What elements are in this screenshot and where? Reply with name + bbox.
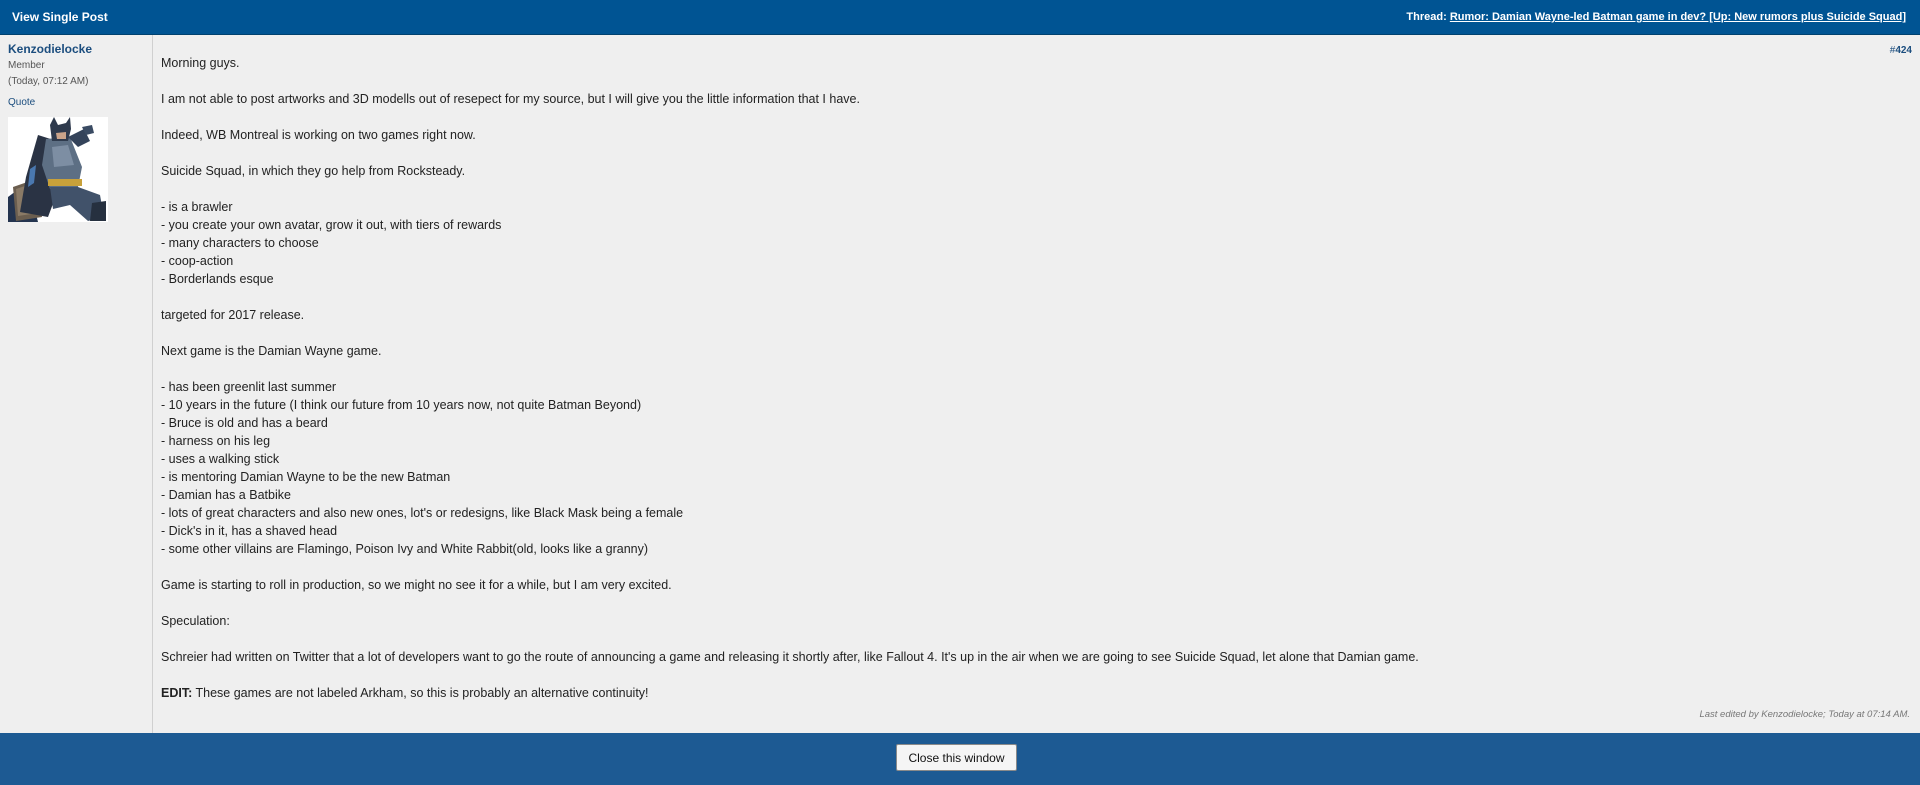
post-line: Speculation: xyxy=(161,614,230,628)
post-line: - has been greenlit last summer xyxy=(161,380,337,394)
post-line: Next game is the Damian Wayne game. xyxy=(161,344,382,358)
thread-info: Thread: Rumor: Damian Wayne-led Batman g… xyxy=(1406,11,1906,23)
post-line: - harness on his leg xyxy=(161,434,271,448)
user-info-panel: Kenzodielocke Member (Today, 07:12 AM) Q… xyxy=(0,35,153,733)
user-title: Member xyxy=(8,60,45,71)
post-line: Morning guys. xyxy=(161,56,240,70)
thread-label: Thread: xyxy=(1406,11,1447,23)
post-line: - many characters to choose xyxy=(161,236,319,250)
post-content: Morning guys. I am not able to post artwo… xyxy=(161,54,1901,702)
post-edit-line: EDIT: These games are not labeled Arkham… xyxy=(161,684,1901,702)
post-line: - Damian has a Batbike xyxy=(161,488,291,502)
post-line: - coop-action xyxy=(161,254,234,268)
post-line: - uses a walking stick xyxy=(161,452,280,466)
post-line: - lots of great characters and also new … xyxy=(161,506,684,520)
post-line: - is a brawler xyxy=(161,200,233,214)
post-line: - Borderlands esque xyxy=(161,272,274,286)
page-title: View Single Post xyxy=(12,10,108,24)
top-bar: View Single Post Thread: Rumor: Damian W… xyxy=(0,0,1920,35)
bottom-bar: Close this window xyxy=(0,733,1920,785)
post-line: I am not able to post artworks and 3D mo… xyxy=(161,92,860,106)
post-line: - some other villains are Flamingo, Pois… xyxy=(161,542,649,556)
post-line: - is mentoring Damian Wayne to be the ne… xyxy=(161,470,451,484)
post-line: - Bruce is old and has a beard xyxy=(161,416,328,430)
single-post: Kenzodielocke Member (Today, 07:12 AM) Q… xyxy=(0,35,1920,733)
edit-text: These games are not labeled Arkham, so t… xyxy=(192,686,649,700)
quote-button[interactable]: Quote xyxy=(8,97,35,108)
close-window-button[interactable]: Close this window xyxy=(896,744,1017,771)
post-line: Game is starting to roll in production, … xyxy=(161,578,672,592)
post-line: targeted for 2017 release. xyxy=(161,308,305,322)
thread-link[interactable]: Rumor: Damian Wayne-led Batman game in d… xyxy=(1450,11,1906,23)
post-line: - 10 years in the future (I think our fu… xyxy=(161,398,642,412)
edit-label: EDIT: xyxy=(161,686,193,700)
last-edited-note: Last edited by Kenzodielocke; Today at 0… xyxy=(1699,709,1910,720)
post-line: - Dick's in it, has a shaved head xyxy=(161,524,338,538)
username-link[interactable]: Kenzodielocke xyxy=(8,42,92,56)
post-line: Suicide Squad, in which they go help fro… xyxy=(161,164,466,178)
post-time: (Today, 07:12 AM) xyxy=(8,76,89,87)
post-line: - you create your own avatar, grow it ou… xyxy=(161,218,502,232)
batman-avatar-icon xyxy=(8,117,108,222)
post-line: Indeed, WB Montreal is working on two ga… xyxy=(161,128,476,142)
avatar xyxy=(8,117,108,222)
post-line: Schreier had written on Twitter that a l… xyxy=(161,650,1419,664)
